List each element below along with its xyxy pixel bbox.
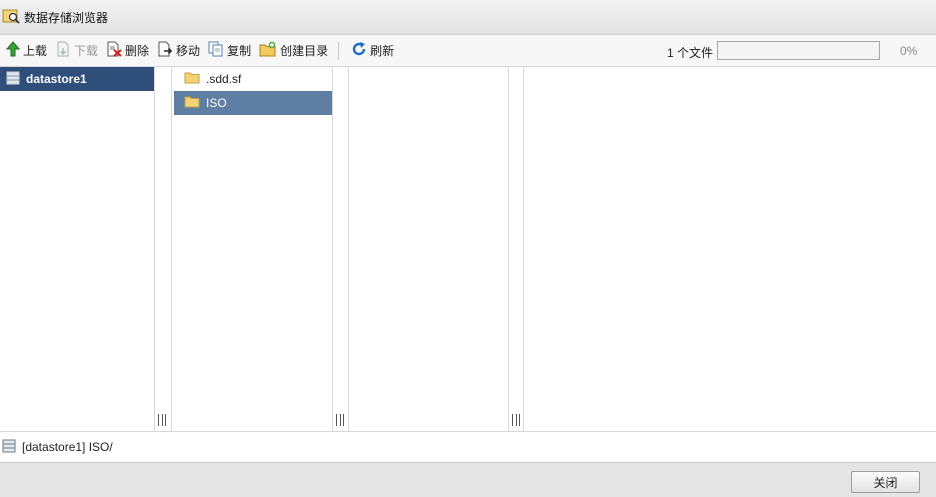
window-titlebar: 数据存储浏览器 — [0, 0, 936, 35]
datastore-name: datastore1 — [26, 72, 87, 86]
datastore-list: datastore1 — [0, 67, 155, 431]
column-splitter-1[interactable] — [155, 67, 172, 431]
folder-icon — [184, 95, 200, 111]
subfolder-list — [349, 67, 509, 431]
download-icon — [55, 41, 71, 60]
toolbar-separator — [338, 41, 340, 60]
refresh-icon — [351, 41, 367, 60]
copy-label: 复制 — [227, 44, 252, 58]
refresh-label: 刷新 — [370, 44, 395, 58]
copy-button[interactable]: 复制 — [208, 40, 251, 62]
upload-progress-percent: 0% — [900, 44, 918, 58]
folder-list: .sdd.sf ISO — [172, 67, 333, 431]
delete-label: 删除 — [125, 44, 150, 58]
upload-progress-bar — [717, 41, 880, 60]
copy-files-icon — [208, 41, 224, 60]
folder-item-iso[interactable]: ISO — [174, 91, 332, 115]
column-splitter-3[interactable] — [509, 67, 524, 431]
move-label: 移动 — [176, 44, 201, 58]
download-label: 下载 — [74, 44, 99, 58]
splitter-grip-icon — [512, 414, 520, 426]
window-title: 数据存储浏览器 — [24, 10, 109, 25]
column-splitter-2[interactable] — [333, 67, 349, 431]
create-directory-label: 创建目录 — [280, 44, 329, 58]
folder-icon — [184, 71, 200, 87]
splitter-grip-icon — [336, 414, 344, 426]
file-count-text: 1 个文件 — [667, 46, 714, 60]
datastore-browser-icon — [2, 7, 20, 28]
upload-label: 上载 — [23, 44, 48, 58]
upload-button[interactable]: 上载 — [5, 40, 48, 62]
move-button[interactable]: 移动 — [157, 40, 200, 62]
path-bar: [datastore1] ISO/ — [0, 431, 936, 462]
toolbar: 上载 下载 删除 移动 复制 创建目录 刷新 1 个文件 0% — [0, 35, 936, 67]
dialog-footer: 关闭 — [0, 462, 936, 497]
new-folder-icon — [259, 41, 277, 60]
splitter-grip-icon — [158, 414, 166, 426]
datastore-path-icon — [2, 439, 16, 456]
datastore-item[interactable]: datastore1 — [0, 67, 154, 91]
close-button[interactable]: 关闭 — [851, 471, 920, 493]
current-path: [datastore1] ISO/ — [22, 440, 113, 454]
folder-name: .sdd.sf — [206, 72, 242, 86]
download-button[interactable]: 下载 — [55, 40, 98, 62]
create-directory-button[interactable]: 创建目录 — [259, 40, 328, 62]
upload-arrow-icon — [5, 41, 21, 60]
refresh-button[interactable]: 刷新 — [351, 40, 394, 62]
datastore-icon — [6, 71, 20, 88]
move-file-icon — [157, 41, 173, 60]
delete-file-icon — [106, 41, 122, 60]
delete-button[interactable]: 删除 — [106, 40, 149, 62]
folder-item-sdd-sf[interactable]: .sdd.sf — [174, 67, 332, 91]
file-detail-area — [524, 67, 936, 431]
folder-name: ISO — [206, 96, 227, 110]
